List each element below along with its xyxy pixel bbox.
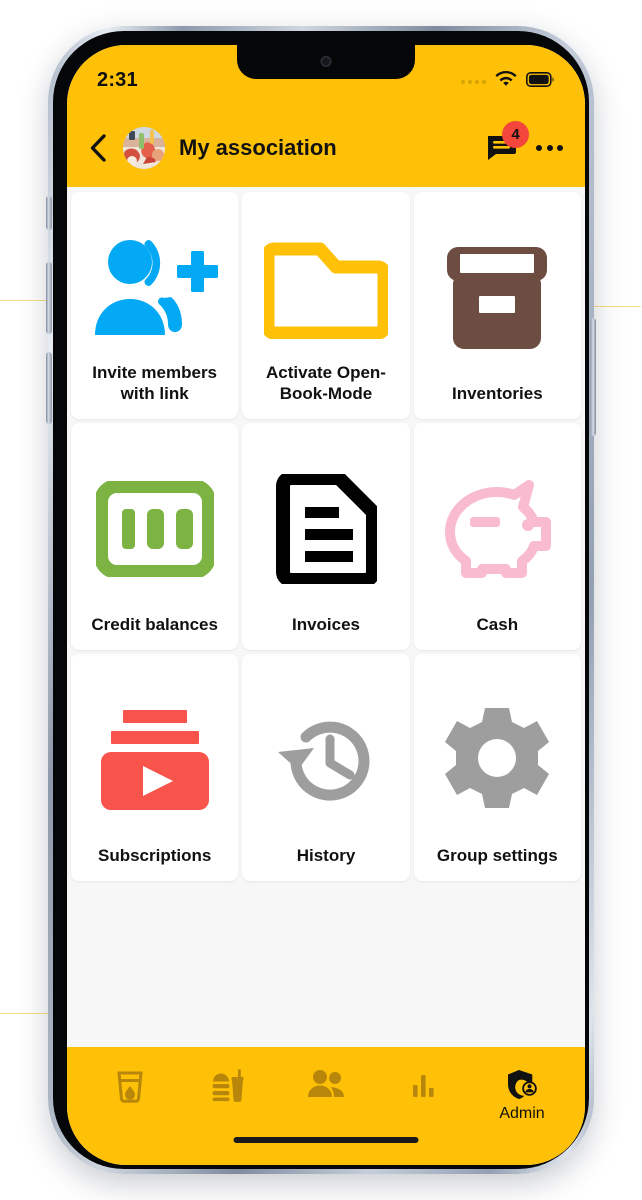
- front-camera-icon: [320, 56, 332, 67]
- phone-frame: 2:31 My association 4 Invite members wit…: [46, 26, 596, 1174]
- money-100-icon: [77, 443, 232, 614]
- tile-open-book-mode[interactable]: Activate Open-Book-Mode: [242, 192, 410, 419]
- power-button[interactable]: [590, 318, 596, 436]
- drink-glass-icon: [115, 1069, 145, 1103]
- chat-badge-count: 4: [502, 121, 529, 148]
- chat-bubble-icon[interactable]: 4: [486, 121, 529, 163]
- folder-open-icon: [248, 212, 403, 362]
- tile-invite-members[interactable]: Invite members with link: [71, 192, 239, 419]
- mute-switch[interactable]: [46, 196, 52, 230]
- tile-cash[interactable]: Cash: [413, 423, 581, 650]
- tile-label: Cash: [476, 615, 519, 635]
- admin-shield-icon: [505, 1069, 539, 1101]
- wifi-icon: [495, 70, 517, 92]
- guide-line: [593, 306, 641, 307]
- screenshot-stage: 2:31 My association 4 Invite members wit…: [0, 0, 642, 1200]
- tile-label: Group settings: [436, 846, 558, 866]
- volume-up-button[interactable]: [46, 262, 52, 334]
- piggy-bank-icon: [420, 443, 575, 614]
- tile-label: Activate Open-Book-Mode: [266, 362, 386, 404]
- person-add-icon: [77, 212, 232, 362]
- bottom-navigation: Admin: [67, 1047, 585, 1165]
- app-bar-actions: 4: [486, 121, 563, 163]
- main-content: Invite members with link Activate Open-B…: [67, 187, 585, 1047]
- tile-label: Invoices: [291, 615, 361, 635]
- tile-label: Inventories: [451, 384, 543, 404]
- nav-item-drinks[interactable]: [103, 1069, 157, 1108]
- group-avatar-photo[interactable]: [123, 127, 165, 169]
- history-clock-icon: [248, 674, 403, 845]
- subscriptions-play-icon: [77, 674, 232, 845]
- page-title: My association: [179, 135, 337, 160]
- tile-invoices[interactable]: Invoices: [242, 423, 410, 650]
- nav-label: Admin: [499, 1105, 545, 1122]
- battery-full-icon: [526, 71, 555, 92]
- bar-chart-icon: [411, 1069, 437, 1097]
- tile-label: Subscriptions: [97, 846, 212, 866]
- fast-food-icon: [211, 1069, 245, 1103]
- gear-icon: [420, 674, 575, 845]
- phone-screen: 2:31 My association 4 Invite members wit…: [67, 45, 585, 1165]
- home-indicator[interactable]: [233, 1137, 419, 1143]
- feature-grid: Invite members with link Activate Open-B…: [67, 188, 585, 885]
- tile-group-settings[interactable]: Group settings: [413, 654, 581, 881]
- signal-dots-icon: [461, 79, 486, 84]
- document-lines-icon: [248, 443, 403, 614]
- notch: [237, 45, 415, 79]
- kebab-menu-icon[interactable]: [536, 139, 563, 157]
- back-chevron-icon[interactable]: [85, 133, 111, 163]
- nav-item-admin[interactable]: Admin: [495, 1069, 549, 1122]
- app-bar: My association 4: [67, 109, 585, 187]
- tile-subscriptions[interactable]: Subscriptions: [71, 654, 239, 881]
- nav-item-members[interactable]: [299, 1069, 353, 1104]
- phone-bezel: 2:31 My association 4 Invite members wit…: [53, 31, 589, 1169]
- volume-down-button[interactable]: [46, 352, 52, 424]
- tile-history[interactable]: History: [242, 654, 410, 881]
- status-clock: 2:31: [97, 69, 138, 91]
- tile-label: Invite members with link: [92, 362, 218, 404]
- nav-item-food[interactable]: [201, 1069, 255, 1108]
- people-icon: [307, 1069, 345, 1099]
- archive-box-icon: [420, 212, 575, 383]
- tile-credit-balances[interactable]: Credit balances: [71, 423, 239, 650]
- tile-label: Credit balances: [91, 615, 218, 635]
- status-bar: 2:31: [67, 45, 585, 109]
- tile-inventories[interactable]: Inventories: [413, 192, 581, 419]
- tile-label: History: [296, 846, 356, 866]
- nav-item-statistics[interactable]: [397, 1069, 451, 1102]
